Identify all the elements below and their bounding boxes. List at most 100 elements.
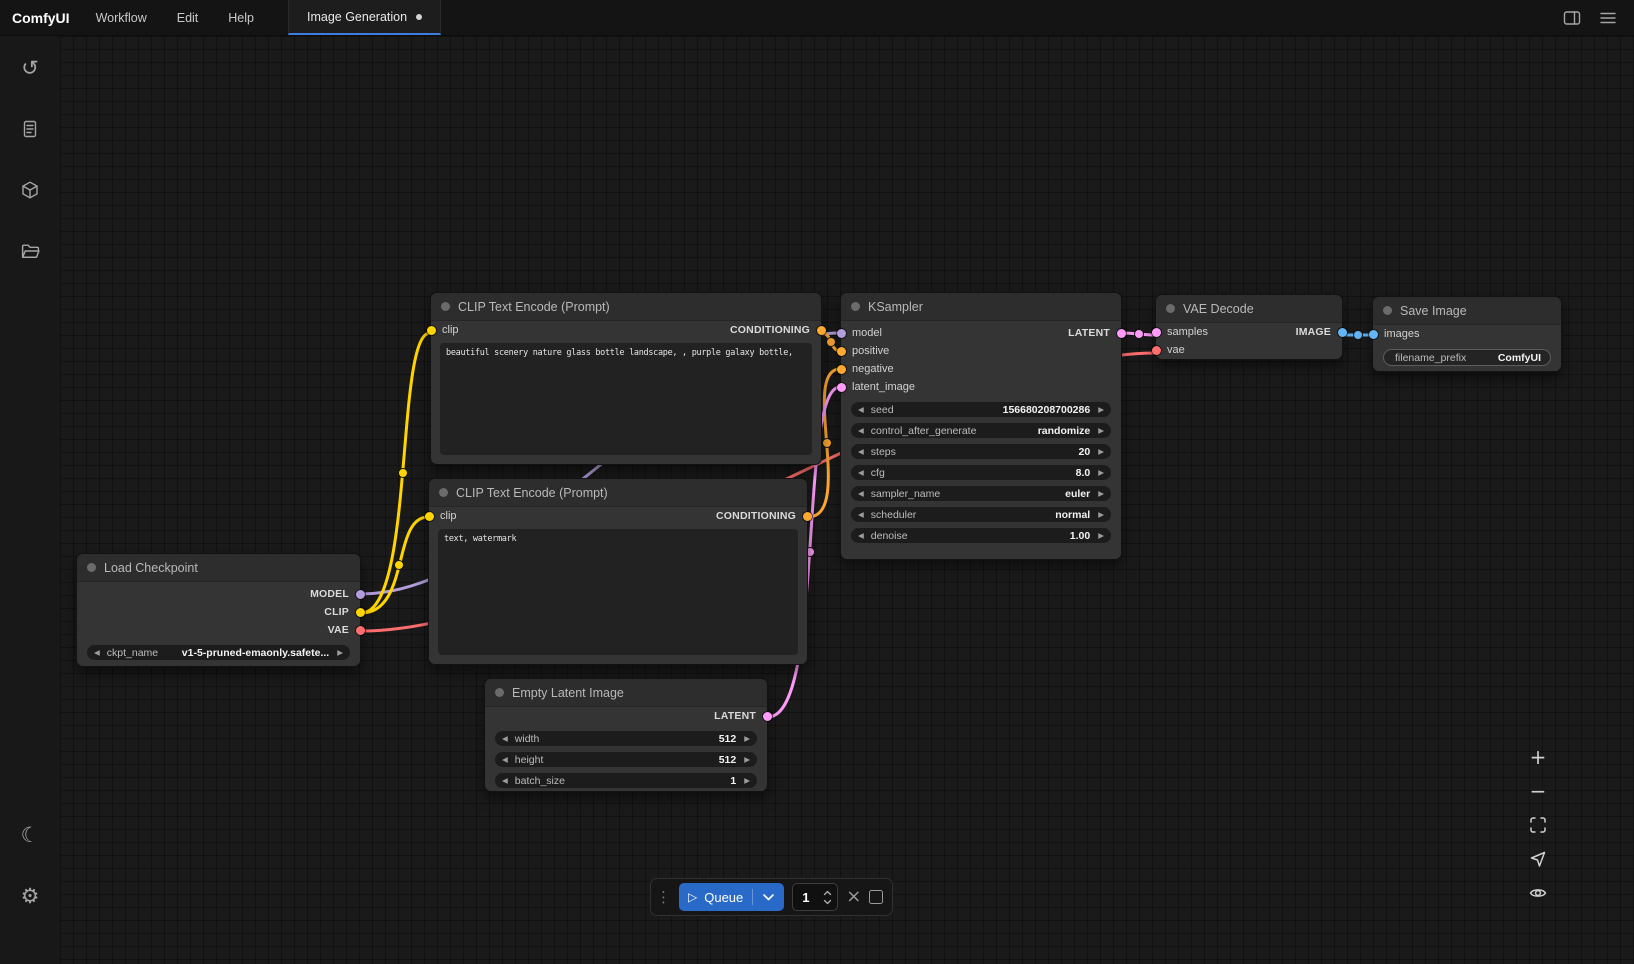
increment-icon[interactable]	[823, 890, 832, 896]
settings-button[interactable]: ⚙	[10, 876, 50, 916]
widget-increment-icon[interactable]: ▶	[1098, 532, 1104, 540]
collapse-dot[interactable]	[495, 688, 504, 697]
tab-image-generation[interactable]: Image Generation	[288, 0, 441, 35]
input-slot-vae[interactable]	[1152, 346, 1161, 355]
widget-height[interactable]: ◀ height 512 ▶	[495, 752, 757, 767]
widget-seed[interactable]: ◀ seed 156680208700286 ▶	[851, 402, 1111, 417]
prompt-textarea[interactable]: beautiful scenery nature glass bottle la…	[440, 343, 812, 455]
widget-increment-icon[interactable]: ▶	[744, 756, 750, 764]
widget-filename-prefix[interactable]: filename_prefix ComfyUI	[1383, 349, 1551, 366]
panel-toggle-icon[interactable]	[1562, 8, 1582, 28]
output-slot-latent[interactable]	[763, 712, 772, 721]
output-slot-image[interactable]	[1338, 328, 1347, 337]
node-library-button[interactable]	[10, 109, 50, 149]
node-ksampler[interactable]: KSampler model LATENT positive negative	[840, 292, 1122, 560]
widget-cfg[interactable]: ◀ cfg 8.0 ▶	[851, 465, 1111, 480]
widget-decrement-icon[interactable]: ◀	[858, 469, 864, 477]
widget-increment-icon[interactable]: ▶	[1098, 448, 1104, 456]
prompt-textarea[interactable]: text, watermark	[438, 529, 798, 655]
node-canvas[interactable]: CLIP Text Encode (Prompt) clip CONDITION…	[60, 36, 1634, 964]
widget-sampler-name[interactable]: ◀ sampler_name euler ▶	[851, 486, 1111, 501]
node-title-bar[interactable]: CLIP Text Encode (Prompt)	[429, 479, 807, 507]
batch-count-stepper[interactable]: 1	[792, 883, 838, 911]
widget-next-icon[interactable]: ▶	[1098, 490, 1104, 498]
widget-prev-icon[interactable]: ◀	[858, 511, 864, 519]
widget-increment-icon[interactable]: ▶	[744, 735, 750, 743]
widget-ckpt-name[interactable]: ◀ ckpt_name v1-5-pruned-emaonly.safete..…	[87, 645, 350, 660]
collapse-dot[interactable]	[441, 302, 450, 311]
widget-prev-icon[interactable]: ◀	[858, 490, 864, 498]
node-title-bar[interactable]: Empty Latent Image	[485, 679, 767, 707]
widget-next-icon[interactable]: ▶	[1098, 511, 1104, 519]
node-vae-decode[interactable]: VAE Decode samples IMAGE vae	[1155, 294, 1343, 360]
widget-next-icon[interactable]: ▶	[337, 649, 343, 657]
toggle-link-visibility-button[interactable]	[1522, 878, 1554, 908]
collapse-dot[interactable]	[851, 302, 860, 311]
node-empty-latent-image[interactable]: Empty Latent Image LATENT ◀ width 512 ▶ …	[484, 678, 768, 792]
node-title-bar[interactable]: CLIP Text Encode (Prompt)	[431, 293, 821, 321]
widget-scheduler[interactable]: ◀ scheduler normal ▶	[851, 507, 1111, 522]
input-slot-images[interactable]	[1369, 330, 1378, 339]
widget-increment-icon[interactable]: ▶	[1098, 406, 1104, 414]
zoom-in-button[interactable]: +	[1522, 742, 1554, 772]
collapse-dot[interactable]	[87, 563, 96, 572]
stop-icon[interactable]	[869, 890, 883, 904]
zoom-out-button[interactable]: −	[1522, 776, 1554, 806]
chevron-down-icon[interactable]	[762, 893, 775, 902]
cancel-icon[interactable]: ×	[846, 888, 861, 906]
output-slot-model[interactable]	[356, 590, 365, 599]
widget-decrement-icon[interactable]: ◀	[858, 448, 864, 456]
widget-increment-icon[interactable]: ▶	[1098, 469, 1104, 477]
widget-steps[interactable]: ◀ steps 20 ▶	[851, 444, 1111, 459]
node-save-image[interactable]: Save Image images filename_prefix ComfyU…	[1372, 296, 1562, 372]
menu-help[interactable]: Help	[228, 11, 254, 25]
input-slot-negative[interactable]	[837, 365, 846, 374]
input-slot-latent-image[interactable]	[837, 383, 846, 392]
fit-view-button[interactable]	[1522, 810, 1554, 840]
widget-decrement-icon[interactable]: ◀	[502, 756, 508, 764]
widget-increment-icon[interactable]: ▶	[744, 777, 750, 785]
collapse-dot[interactable]	[439, 488, 448, 497]
widget-decrement-icon[interactable]: ◀	[858, 532, 864, 540]
widget-prev-icon[interactable]: ◀	[94, 649, 100, 657]
drag-handle-icon[interactable]: ⋮	[656, 888, 671, 906]
input-slot-samples[interactable]	[1152, 328, 1161, 337]
widget-decrement-icon[interactable]: ◀	[502, 777, 508, 785]
node-title-bar[interactable]: Load Checkpoint	[77, 554, 360, 582]
node-clip-text-encode-negative[interactable]: CLIP Text Encode (Prompt) clip CONDITION…	[428, 478, 808, 665]
collapse-dot[interactable]	[1383, 306, 1392, 315]
hamburger-menu-icon[interactable]	[1598, 8, 1618, 28]
output-slot-conditioning[interactable]	[803, 512, 812, 521]
output-slot-clip[interactable]	[356, 608, 365, 617]
widget-width[interactable]: ◀ width 512 ▶	[495, 731, 757, 746]
menu-workflow[interactable]: Workflow	[96, 11, 147, 25]
node-title-bar[interactable]: KSampler	[841, 293, 1121, 321]
node-title-bar[interactable]: Save Image	[1373, 297, 1561, 325]
widget-control-after-generate[interactable]: ◀ control_after_generate randomize ▶	[851, 423, 1111, 438]
widget-decrement-icon[interactable]: ◀	[502, 735, 508, 743]
widget-next-icon[interactable]: ▶	[1098, 427, 1104, 435]
collapse-dot[interactable]	[1166, 304, 1175, 313]
model-library-button[interactable]	[10, 170, 50, 210]
decrement-icon[interactable]	[823, 899, 832, 905]
workflows-button[interactable]	[10, 231, 50, 271]
node-load-checkpoint[interactable]: Load Checkpoint MODEL CLIP VAE ◀ ckpt_n	[76, 553, 361, 667]
output-slot-latent[interactable]	[1117, 329, 1126, 338]
output-slot-vae[interactable]	[356, 626, 365, 635]
node-clip-text-encode-positive[interactable]: CLIP Text Encode (Prompt) clip CONDITION…	[430, 292, 822, 465]
queue-button[interactable]: ▷ Queue	[679, 883, 784, 911]
widget-denoise[interactable]: ◀ denoise 1.00 ▶	[851, 528, 1111, 543]
input-slot-clip[interactable]	[427, 326, 436, 335]
menu-edit[interactable]: Edit	[177, 11, 199, 25]
workflow-history-button[interactable]: ↺	[10, 48, 50, 88]
widget-decrement-icon[interactable]: ◀	[858, 406, 864, 414]
input-slot-model[interactable]	[837, 329, 846, 338]
input-slot-clip[interactable]	[425, 512, 434, 521]
widget-prev-icon[interactable]: ◀	[858, 427, 864, 435]
theme-toggle-button[interactable]: ☾	[10, 815, 50, 855]
node-title-bar[interactable]: VAE Decode	[1156, 295, 1342, 323]
input-slot-positive[interactable]	[837, 347, 846, 356]
output-slot-conditioning[interactable]	[817, 326, 826, 335]
pointer-mode-button[interactable]	[1522, 844, 1554, 874]
widget-batch-size[interactable]: ◀ batch_size 1 ▶	[495, 773, 757, 788]
